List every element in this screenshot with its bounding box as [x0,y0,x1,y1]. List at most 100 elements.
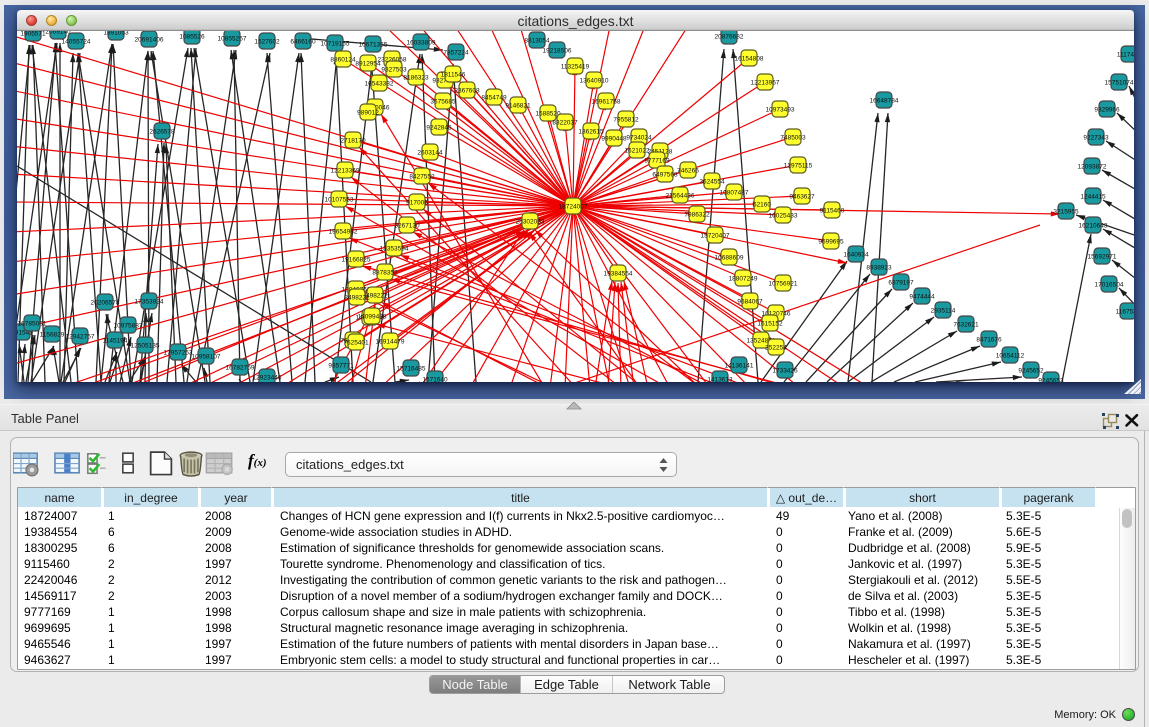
svg-text:1640934: 1640934 [843,251,869,258]
svg-text:16914479: 16914479 [376,338,405,345]
svg-text:1244415: 1244415 [1080,193,1106,200]
svg-text:12505135: 12505135 [131,342,160,349]
svg-text:7485003: 7485003 [780,134,806,141]
svg-text:8813054: 8813054 [524,37,550,44]
svg-text:16961758: 16961758 [592,98,621,105]
svg-text:16782759: 16782759 [226,364,255,371]
svg-text:11325419: 11325419 [561,63,590,70]
svg-text:9242845: 9242845 [426,124,452,131]
svg-text:1571640: 1571640 [422,376,448,382]
svg-text:10719155: 10719155 [321,40,350,47]
svg-text:9777169: 9777169 [644,157,670,164]
svg-text:10688609: 10688609 [715,254,744,261]
svg-text:2069140: 2069140 [45,31,71,35]
svg-text:15716485: 15716485 [397,365,426,372]
svg-text:21564436: 21564436 [666,192,695,199]
svg-text:10973493: 10973493 [766,106,795,113]
svg-text:746266: 746266 [677,167,699,174]
svg-text:17353924: 17353924 [135,298,164,305]
svg-text:3624554: 3624554 [699,178,725,185]
svg-text:9463627: 9463627 [789,193,815,200]
svg-text:16033809: 16033809 [407,39,436,46]
svg-text:8454749: 8454749 [481,94,507,101]
svg-text:18724007: 18724007 [559,203,588,210]
svg-text:1156829: 1156829 [40,331,65,338]
svg-text:1621022: 1621022 [624,147,650,154]
svg-text:62160: 62160 [753,201,771,208]
svg-text:1905571: 1905571 [20,31,46,37]
svg-text:1413613: 1413613 [707,376,733,382]
svg-text:7857224: 7857224 [443,49,469,56]
svg-text:8471676: 8471676 [976,336,1002,343]
svg-text:9990448: 9990448 [601,135,627,142]
svg-text:12942757: 12942757 [66,333,95,340]
svg-text:1811546: 1811546 [441,71,466,78]
svg-text:16154808: 16154808 [735,55,764,62]
svg-text:12923446: 12923446 [253,374,282,381]
svg-text:10855267: 10855267 [218,35,247,42]
svg-text:25302033: 25302033 [516,218,545,225]
svg-text:9734024: 9734024 [626,134,652,141]
svg-text:14136141: 14136141 [725,362,754,369]
svg-text:10671355: 10671355 [359,41,388,48]
svg-text:15692971: 15692971 [1088,253,1117,260]
svg-text:14055724: 14055724 [62,38,91,45]
svg-text:15720407: 15720407 [701,232,730,239]
svg-text:9857771: 9857771 [328,362,354,369]
svg-text:8322037: 8322037 [552,119,578,126]
svg-text:19384554: 19384554 [604,270,633,277]
svg-text:917006: 917006 [406,199,428,206]
svg-text:989012: 989012 [357,109,379,116]
svg-text:10025433: 10025433 [769,212,798,219]
svg-text:8860124: 8860124 [330,56,356,63]
svg-text:9329966: 9329966 [1094,106,1120,113]
svg-text:2626578: 2626578 [149,128,175,135]
svg-text:6466160: 6466160 [290,38,316,45]
svg-text:3675685: 3675685 [430,98,456,105]
svg-text:7625401: 7625401 [343,339,369,346]
svg-text:2935114: 2935114 [931,307,956,314]
svg-text:9227343: 9227343 [1083,134,1109,141]
svg-text:1085526: 1085526 [179,33,205,40]
svg-text:9684067: 9684067 [737,298,763,305]
svg-text:20206578: 20206578 [91,299,120,306]
svg-text:20691406: 20691406 [135,36,164,43]
svg-text:12975115: 12975115 [784,162,813,169]
svg-text:14099488: 14099488 [358,313,387,320]
svg-text:2603144: 2603144 [417,149,443,156]
svg-text:12213369: 12213369 [331,167,360,174]
svg-text:7632621: 7632621 [953,321,979,328]
svg-text:13353594: 13353594 [380,245,409,252]
svg-text:1891053: 1891053 [103,31,129,36]
svg-text:10654112: 10654112 [996,352,1025,359]
svg-text:18807249: 18807249 [729,275,758,282]
svg-text:2367608: 2367608 [454,87,480,94]
svg-text:9245652: 9245652 [1018,367,1044,374]
svg-text:10107553: 10107553 [325,196,354,203]
svg-text:20876682: 20876682 [715,33,744,40]
svg-text:3498221: 3498221 [344,294,370,301]
svg-text:9245653: 9245653 [1038,377,1064,382]
svg-text:19166825: 19166825 [342,256,371,263]
svg-text:8938923: 8938923 [866,264,892,271]
svg-text:6497568: 6497568 [652,171,678,178]
svg-text:12093872: 12093872 [1078,163,1107,170]
svg-text:16543382: 16543382 [365,80,394,87]
svg-text:7986322: 7986322 [684,211,710,218]
svg-text:13640910: 13640910 [580,77,609,84]
svg-text:10807487: 10807487 [720,189,749,196]
svg-text:1167532: 1167532 [1116,308,1134,315]
svg-text:252254: 252254 [765,344,787,351]
svg-text:16210643: 16210643 [1079,222,1108,229]
svg-text:16785061: 16785061 [18,320,47,327]
svg-text:7955812: 7955812 [613,116,639,123]
svg-text:2718170: 2718170 [340,137,366,144]
svg-text:8878352: 8878352 [372,269,398,276]
svg-text:9699695: 9699695 [818,238,844,245]
svg-text:1362615: 1362615 [578,128,604,135]
svg-text:10958107: 10958107 [192,353,221,360]
svg-text:9115460: 9115460 [820,207,845,214]
svg-text:9327503: 9327503 [381,66,407,73]
svg-text:3215955: 3215955 [1053,208,1079,215]
svg-text:15751074: 15751074 [1105,79,1134,86]
